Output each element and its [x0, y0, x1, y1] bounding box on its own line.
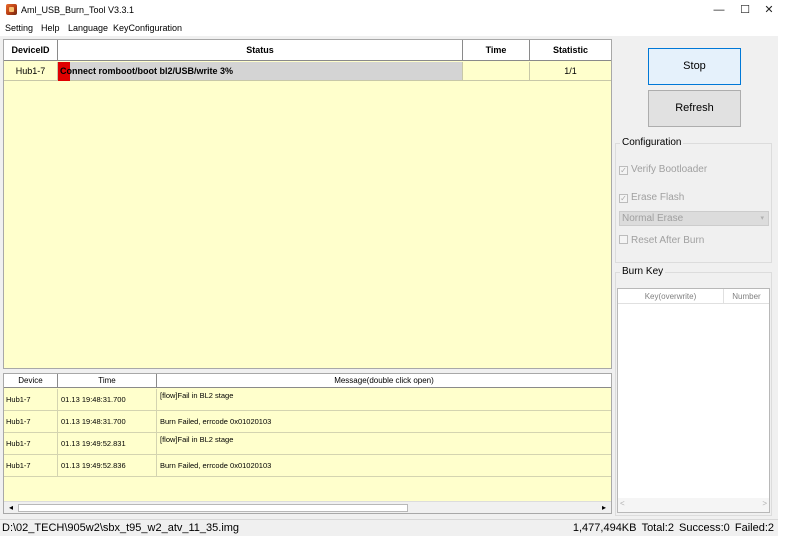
- window-title: Aml_USB_Burn_Tool V3.3.1: [21, 5, 135, 15]
- verify-bootloader-label: Verify Bootloader: [631, 164, 708, 175]
- title-bar: Aml_USB_Burn_Tool V3.3.1 — ☐ ✕: [0, 0, 778, 20]
- time-cell: [463, 62, 530, 81]
- log-message-cell: [flow]Fail in BL2 stage: [160, 435, 234, 444]
- erase-mode-select[interactable]: Normal Erase ▾: [619, 211, 769, 226]
- log-row[interactable]: Hub1-7 01.13 19:49:52.831 [flow]Fail in …: [4, 433, 611, 455]
- device-table[interactable]: DeviceID Status Time Statistic Hub1-7 Co…: [3, 39, 612, 369]
- check-icon: ✓: [619, 194, 628, 203]
- header-message[interactable]: Message(double click open): [157, 374, 611, 388]
- main-client-area: DeviceID Status Time Statistic Hub1-7 Co…: [0, 36, 778, 519]
- erase-flash-label: Erase Flash: [631, 192, 685, 203]
- header-status[interactable]: Status: [58, 40, 463, 61]
- total-count: Total:2: [641, 522, 674, 534]
- scroll-right-arrow-icon[interactable]: ▸: [599, 502, 609, 513]
- check-icon: ✓: [619, 166, 628, 175]
- log-message-cell: Burn Failed, errcode 0x01020103: [160, 417, 272, 426]
- log-device-cell: Hub1-7: [6, 389, 58, 411]
- header-number[interactable]: Number: [724, 289, 769, 304]
- erase-mode-value: Normal Erase: [622, 213, 684, 224]
- configuration-label: Configuration: [620, 137, 684, 148]
- scroll-right-arrow-icon[interactable]: >: [762, 499, 767, 508]
- header-device[interactable]: Device: [4, 374, 58, 388]
- log-message-cell: [flow]Fail in BL2 stage: [160, 391, 234, 400]
- aml-burn-tool-icon: [6, 4, 17, 15]
- checkbox-empty-icon: [619, 235, 628, 244]
- image-path: D:\02_TECH\905w2\sbx_t95_w2_atv_11_35.im…: [2, 522, 240, 534]
- log-device-cell: Hub1-7: [6, 455, 58, 477]
- log-row[interactable]: Hub1-7 01.13 19:48:31.700 Burn Failed, e…: [4, 411, 611, 433]
- status-cell: Connect romboot/boot bl2/USB/write 3%: [58, 62, 463, 81]
- header-key-overwrite[interactable]: Key(overwrite): [618, 289, 724, 304]
- header-statistic[interactable]: Statistic: [530, 40, 611, 61]
- failed-count: Failed:2: [734, 522, 774, 534]
- menu-language[interactable]: Language: [68, 23, 108, 33]
- header-device-id[interactable]: DeviceID: [4, 40, 58, 61]
- log-time-cell: 01.13 19:49:52.836: [58, 455, 157, 477]
- log-time-cell: 01.13 19:48:31.700: [58, 389, 157, 411]
- status-text: Connect romboot/boot bl2/USB/write 3%: [60, 66, 234, 76]
- menu-help[interactable]: Help: [41, 23, 60, 33]
- scroll-left-arrow-icon[interactable]: ◂: [6, 502, 16, 513]
- log-message-cell: Burn Failed, errcode 0x01020103: [160, 461, 272, 470]
- log-table[interactable]: Device Time Message(double click open) H…: [3, 373, 612, 514]
- device-table-header: DeviceID Status Time Statistic: [4, 40, 611, 61]
- device-id-cell: Hub1-7: [4, 62, 58, 81]
- image-size: 1,477,494KB: [572, 522, 637, 534]
- burn-key-label: Burn Key: [620, 266, 666, 277]
- menu-bar: Setting Help Language KeyConfiguration: [0, 20, 778, 36]
- scroll-left-arrow-icon[interactable]: <: [620, 499, 625, 508]
- log-time-cell: 01.13 19:49:52.831: [58, 433, 157, 455]
- erase-flash-checkbox[interactable]: ✓ Erase Flash: [619, 192, 684, 203]
- reset-after-burn-checkbox[interactable]: Reset After Burn: [619, 235, 704, 246]
- log-device-cell: Hub1-7: [6, 411, 58, 433]
- reset-after-burn-label: Reset After Burn: [631, 235, 705, 246]
- log-device-cell: Hub1-7: [6, 433, 58, 455]
- log-row[interactable]: Hub1-7 01.13 19:48:31.700 [flow]Fail in …: [4, 389, 611, 411]
- log-table-header: Device Time Message(double click open): [4, 374, 611, 388]
- table-row[interactable]: Hub1-7 Connect romboot/boot bl2/USB/writ…: [4, 62, 611, 81]
- log-row[interactable]: Hub1-7 01.13 19:49:52.836 Burn Failed, e…: [4, 455, 611, 477]
- burn-key-list[interactable]: Key(overwrite) Number < >: [617, 288, 770, 513]
- refresh-button[interactable]: Refresh: [648, 90, 741, 127]
- close-button[interactable]: ✕: [752, 0, 786, 20]
- menu-key-configuration[interactable]: KeyConfiguration: [113, 23, 182, 33]
- status-bar: D:\02_TECH\905w2\sbx_t95_w2_atv_11_35.im…: [0, 519, 778, 536]
- header-time[interactable]: Time: [463, 40, 530, 61]
- menu-setting[interactable]: Setting: [5, 23, 33, 33]
- chevron-down-icon: ▾: [760, 215, 764, 222]
- burn-statistics: 1,477,494KB Total:2 Success:0 Failed:2: [571, 522, 774, 534]
- verify-bootloader-checkbox[interactable]: ✓ Verify Bootloader: [619, 164, 707, 175]
- burn-key-horizontal-scrollbar[interactable]: < >: [618, 498, 769, 512]
- log-time-cell: 01.13 19:48:31.700: [58, 411, 157, 433]
- header-log-time[interactable]: Time: [58, 374, 157, 388]
- log-horizontal-scrollbar[interactable]: ◂ ▸: [4, 501, 611, 513]
- scroll-thumb[interactable]: [18, 504, 408, 512]
- stop-button[interactable]: Stop: [648, 48, 741, 85]
- success-count: Success:0: [679, 522, 730, 534]
- statistic-cell: 1/1: [530, 62, 611, 81]
